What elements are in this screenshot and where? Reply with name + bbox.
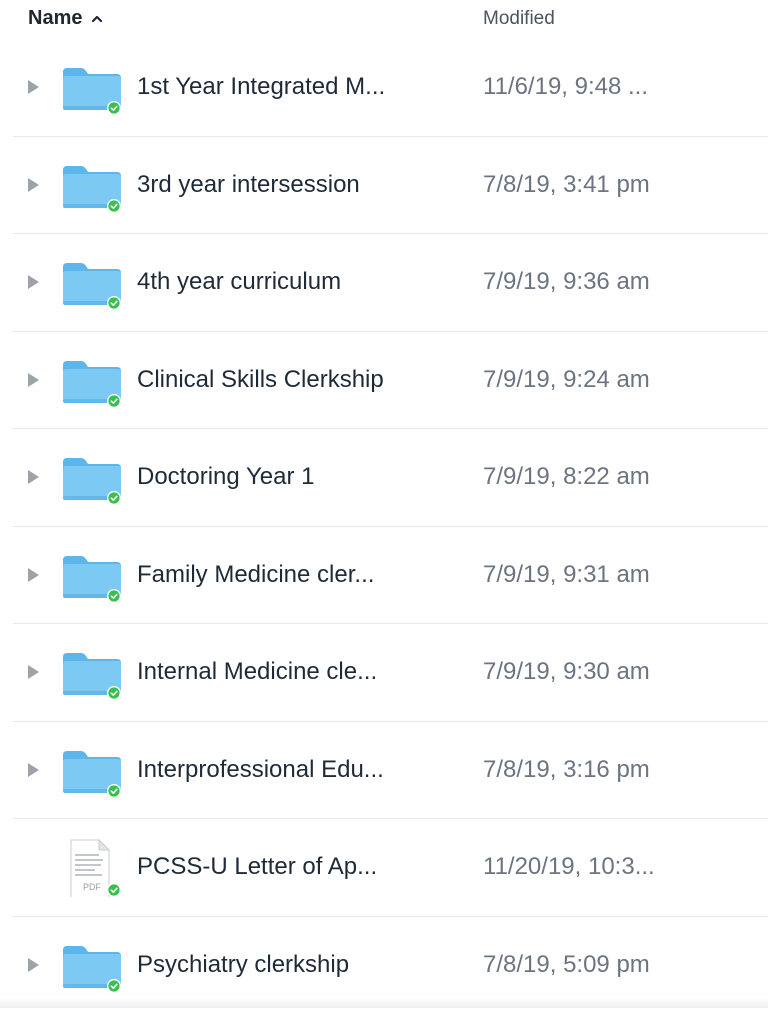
file-name[interactable]: PCSS-U Letter of Ap... bbox=[137, 853, 377, 881]
expand-arrow-icon[interactable] bbox=[28, 373, 39, 387]
expand-arrow-icon[interactable] bbox=[28, 568, 39, 582]
modified-date: 7/9/19, 9:31 am bbox=[483, 561, 650, 589]
expand-arrow-icon[interactable] bbox=[28, 958, 39, 972]
file-list-header: Name Modified bbox=[0, 0, 768, 40]
file-row[interactable]: Clinical Skills Clerkship 7/9/19, 9:24 am bbox=[0, 332, 768, 430]
expand-arrow-icon[interactable] bbox=[28, 763, 39, 777]
folder-synced-icon bbox=[61, 941, 123, 993]
file-name[interactable]: Internal Medicine cle... bbox=[137, 658, 377, 686]
file-name[interactable]: 4th year curriculum bbox=[137, 268, 341, 296]
folder-synced-icon bbox=[61, 161, 123, 213]
modified-date: 7/8/19, 5:09 pm bbox=[483, 951, 650, 979]
expand-arrow-icon[interactable] bbox=[28, 80, 39, 94]
file-name[interactable]: Family Medicine cler... bbox=[137, 561, 374, 589]
modified-date: 7/8/19, 3:41 pm bbox=[483, 171, 650, 199]
modified-date: 7/9/19, 8:22 am bbox=[483, 463, 650, 491]
modified-date: 7/9/19, 9:36 am bbox=[483, 268, 650, 296]
file-row[interactable]: 4th year curriculum 7/9/19, 9:36 am bbox=[0, 234, 768, 332]
pdf-icon-label: PDF bbox=[83, 882, 102, 892]
file-name[interactable]: Interprofessional Edu... bbox=[137, 756, 384, 784]
folder-synced-icon bbox=[61, 453, 123, 505]
name-column-header[interactable]: Name bbox=[28, 7, 102, 30]
modified-column-header[interactable]: Modified bbox=[483, 8, 555, 30]
folder-synced-icon bbox=[61, 63, 123, 115]
file-name[interactable]: Psychiatry clerkship bbox=[137, 951, 349, 979]
folder-synced-icon bbox=[61, 258, 123, 310]
name-column-label: Name bbox=[28, 7, 82, 30]
file-row[interactable]: Internal Medicine cle... 7/9/19, 9:30 am bbox=[0, 624, 768, 722]
file-name[interactable]: 3rd year intersession bbox=[137, 171, 360, 199]
modified-date: 11/6/19, 9:48 ... bbox=[483, 73, 648, 101]
pdf-file-synced-icon: PDF bbox=[61, 843, 123, 895]
file-name[interactable]: Clinical Skills Clerkship bbox=[137, 366, 384, 394]
file-row[interactable]: 1st Year Integrated M... 11/6/19, 9:48 ..… bbox=[0, 39, 768, 137]
file-name[interactable]: Doctoring Year 1 bbox=[137, 463, 314, 491]
file-row[interactable]: 3rd year intersession 7/8/19, 3:41 pm bbox=[0, 137, 768, 235]
modified-date: 11/20/19, 10:3... bbox=[483, 853, 655, 881]
folder-synced-icon bbox=[61, 746, 123, 798]
folder-synced-icon bbox=[61, 551, 123, 603]
expand-arrow-icon[interactable] bbox=[28, 665, 39, 679]
expand-arrow-icon[interactable] bbox=[28, 275, 39, 289]
folder-synced-icon bbox=[61, 648, 123, 700]
modified-date: 7/9/19, 9:24 am bbox=[483, 366, 650, 394]
file-name[interactable]: 1st Year Integrated M... bbox=[137, 73, 385, 101]
expand-arrow-icon[interactable] bbox=[28, 470, 39, 484]
file-row[interactable]: Family Medicine cler... 7/9/19, 9:31 am bbox=[0, 527, 768, 625]
file-list: 1st Year Integrated M... 11/6/19, 9:48 ..… bbox=[0, 39, 768, 1014]
folder-synced-icon bbox=[61, 356, 123, 408]
modified-date: 7/8/19, 3:16 pm bbox=[483, 756, 650, 784]
file-row[interactable]: Interprofessional Edu... 7/8/19, 3:16 pm bbox=[0, 722, 768, 820]
file-row[interactable]: PDF PCSS-U Letter of Ap... 11/20/19, 10:3… bbox=[0, 819, 768, 917]
chevron-up-icon bbox=[92, 14, 102, 24]
file-row[interactable]: Doctoring Year 1 7/9/19, 8:22 am bbox=[0, 429, 768, 527]
expand-arrow-icon[interactable] bbox=[28, 178, 39, 192]
bottom-fade bbox=[0, 998, 768, 1008]
modified-date: 7/9/19, 9:30 am bbox=[483, 658, 650, 686]
